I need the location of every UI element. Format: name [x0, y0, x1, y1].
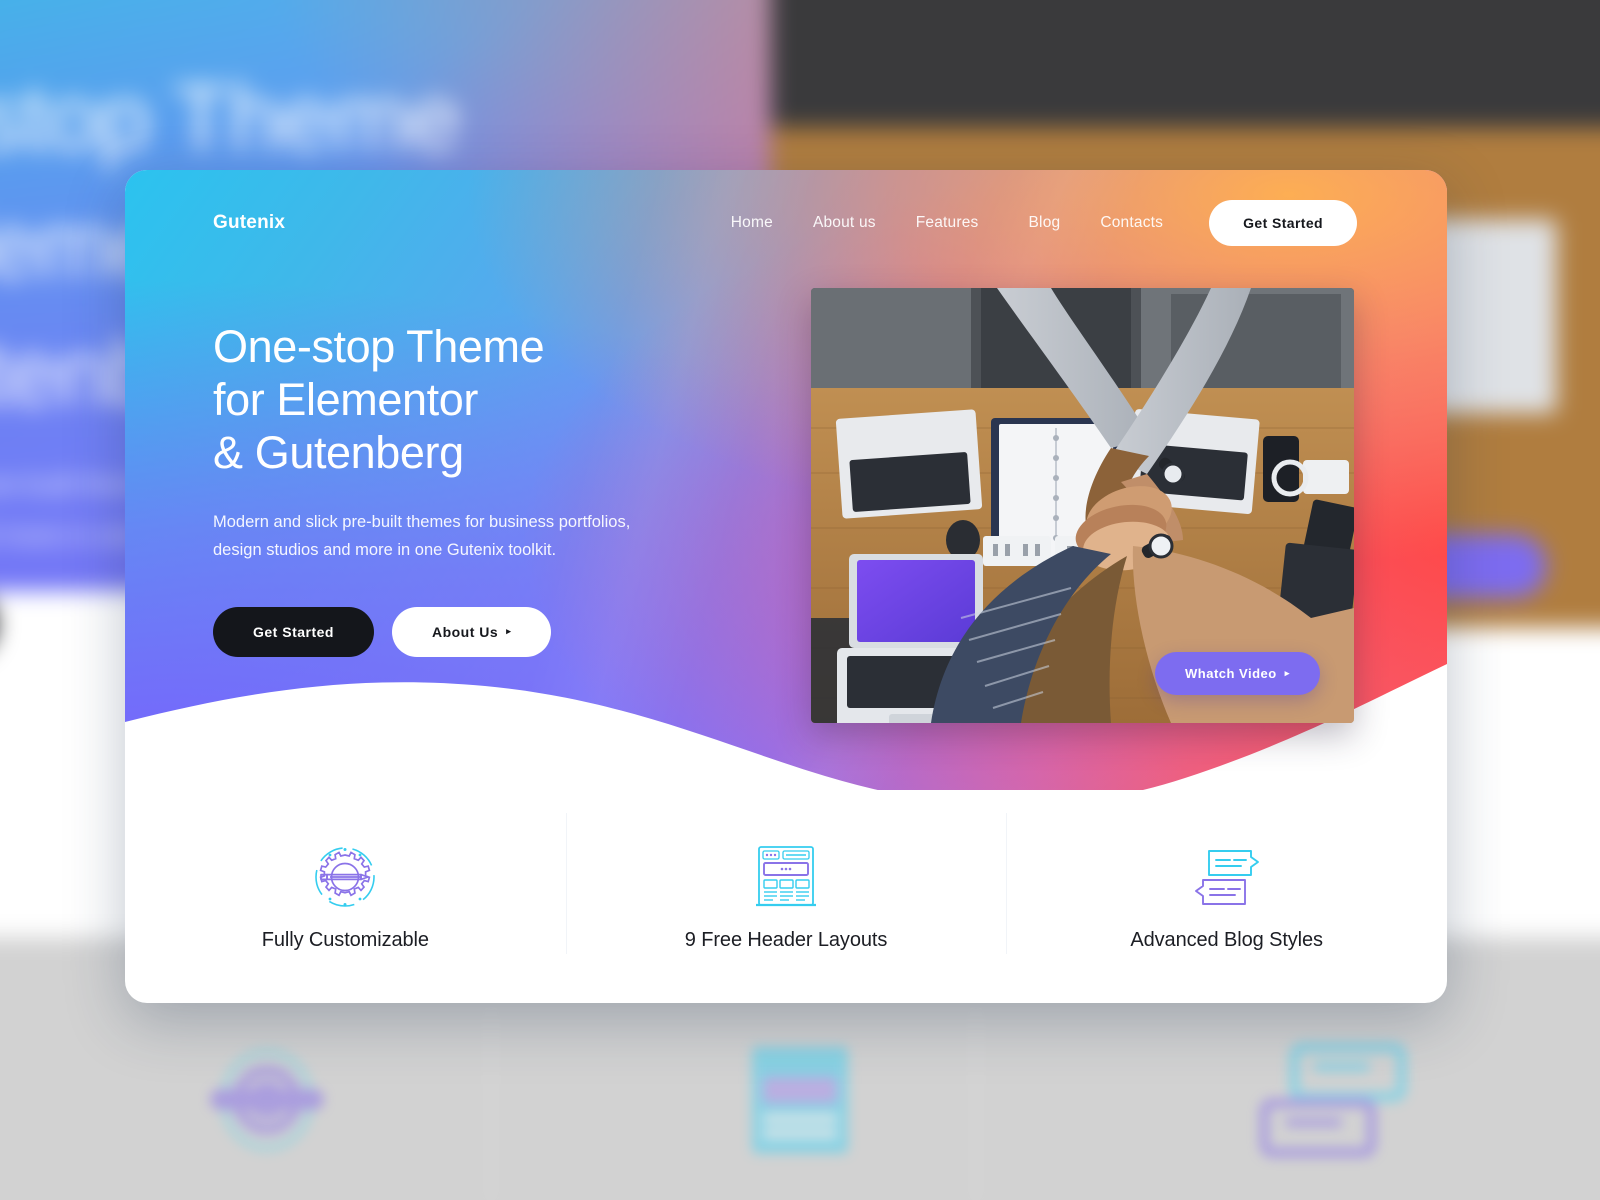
gear-pencil-icon [309, 841, 381, 913]
subtitle-line-1: Modern and slick pre-built themes for bu… [213, 513, 631, 532]
nav-item-home[interactable]: Home [711, 208, 793, 238]
nav-item-about-us[interactable]: About us [793, 208, 896, 238]
watch-video-button[interactable]: Whatch Video ▸ [1155, 652, 1320, 695]
nav-links: Home About us Features Blog Contacts Get… [711, 199, 1357, 246]
backdrop-feature-cell-3 [1067, 1040, 1600, 1160]
subtitle-line-2: design studios and more in one Gutenix t… [213, 541, 557, 559]
backdrop-browser-layout-icon [751, 1046, 848, 1154]
site-navigation: Gutenix Home About us Features Blog Cont… [125, 170, 1447, 275]
hero-subtitle: Modern and slick pre-built themes for bu… [213, 509, 683, 564]
feature-label: Advanced Blog Styles [1130, 929, 1323, 951]
browser-layout-icon [753, 841, 819, 913]
nav-item-contacts[interactable]: Contacts [1080, 208, 1183, 238]
feature-item-blog-styles[interactable]: Advanced Blog Styles [1006, 813, 1447, 954]
hero-button-row: Get Started About Us ▸ [213, 606, 833, 657]
backdrop-gear-pencil-icon [209, 1049, 324, 1151]
hero-get-started-button[interactable]: Get Started [213, 606, 374, 657]
play-arrow-icon: ▸ [1284, 668, 1290, 678]
chat-bubbles-icon [1189, 841, 1265, 913]
headline-line-3: & Gutenberg [213, 427, 464, 479]
arrow-right-icon: ▸ [506, 626, 512, 637]
nav-item-features[interactable]: Features [896, 208, 999, 238]
watch-video-label: Whatch Video [1185, 666, 1277, 681]
feature-label: 9 Free Header Layouts [684, 929, 888, 951]
nav-item-blog[interactable]: Blog [1009, 208, 1081, 238]
feature-label: Fully Customizable [261, 929, 429, 951]
nav-get-started-button[interactable]: Get Started [1209, 199, 1357, 246]
backdrop-ghost-divider-1 [490, 1010, 492, 1200]
backdrop-ghost-divider-2 [975, 1010, 977, 1200]
headline-line-2: for Elementor [213, 374, 478, 426]
backdrop-chat-bubbles-icon [1259, 1042, 1407, 1158]
about-us-label: About Us [431, 623, 499, 640]
features-strip: Fully Customizable 9 Free Header Layouts… [125, 813, 1447, 1003]
page-preview-card: Gutenix Home About us Features Blog Cont… [125, 170, 1447, 1003]
feature-item-fully-customizable[interactable]: Fully Customizable [125, 823, 566, 952]
backdrop-headline-1: One-stop Theme [0, 66, 461, 171]
brand-logo[interactable]: Gutenix [213, 212, 285, 234]
hero-copy: One-stop Theme for Elementor & Gutenberg… [213, 320, 833, 657]
headline-line-1: One-stop Theme [213, 321, 545, 372]
feature-item-header-layouts[interactable]: 9 Free Header Layouts [565, 813, 1007, 954]
hero-about-us-button[interactable]: About Us ▸ [391, 606, 552, 657]
page-title: One-stop Theme for Elementor & Gutenberg [213, 320, 833, 479]
backdrop-feature-cell-2 [533, 1040, 1066, 1160]
backdrop-feature-icon-row [0, 1000, 1600, 1200]
backdrop-feature-cell-1 [0, 1040, 533, 1160]
